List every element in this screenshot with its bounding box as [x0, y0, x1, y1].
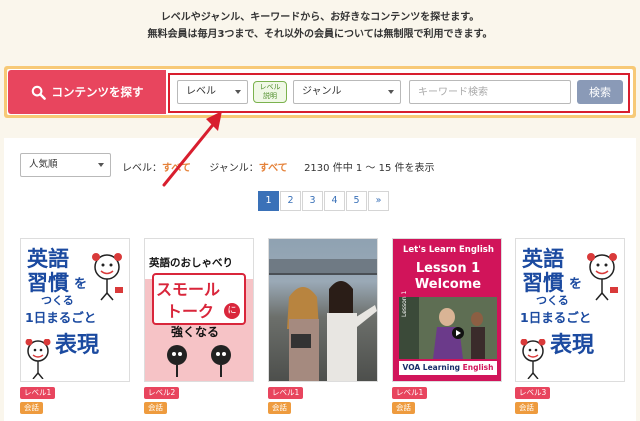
search-icon: [31, 85, 46, 100]
cover-title-4: に: [224, 303, 240, 319]
content-cover[interactable]: Let's Learn English Lesson 1 Welcome Les…: [392, 238, 502, 382]
topic-badge: 会話: [392, 402, 415, 414]
cover-title-5: 1日まるごと: [25, 310, 97, 325]
cover-title-3: トーク: [166, 302, 215, 321]
cover-title-3: Welcome: [414, 277, 482, 292]
level-badge: レベル3: [515, 387, 551, 399]
cover-title-1: Let's Learn English: [403, 245, 494, 255]
result-count: 2130 件中 1 ～ 15 件を表示: [304, 163, 435, 174]
cover-title-6: English: [462, 363, 494, 372]
page-button-3[interactable]: 3: [302, 191, 323, 211]
sort-select[interactable]: 人気順: [20, 153, 111, 177]
next-page-button[interactable]: »: [368, 191, 389, 211]
page-button-2[interactable]: 2: [280, 191, 301, 211]
cover-title-1: 英語のおしゃべり: [149, 257, 233, 269]
cover-title-2: スモール: [156, 280, 221, 299]
page-button-5[interactable]: 5: [346, 191, 367, 211]
mascot-illustration-icon: [167, 345, 231, 377]
clock-mascot-icon: [92, 253, 123, 301]
genre-filter-value: すべて: [258, 163, 288, 174]
clock-mascot-icon: [25, 339, 51, 379]
intro-line-1: レベルやジャンル、キーワードから、お好きなコンテンツを探せます。: [160, 12, 480, 23]
page-button-1[interactable]: 1: [258, 191, 279, 211]
content-cover[interactable]: 英語 習慣 を つくる 1日まるごと 表現: [20, 238, 130, 382]
sort-select-value: 人気順: [29, 159, 58, 170]
cover-title-6: 表現: [55, 333, 100, 358]
level-badge: レベル2: [144, 387, 180, 399]
cover-title-4: つくる: [536, 294, 569, 307]
search-heading-label: コンテンツを探す: [51, 85, 144, 99]
cover-title-3: を: [74, 277, 88, 292]
intro-line-2: 無料会員は毎月3つまで、それ以外の会員については無制限で利用できます。: [147, 29, 493, 40]
chevron-down-icon: [98, 163, 104, 167]
level-badge: レベル1: [392, 387, 428, 399]
clock-mascot-icon: [520, 339, 546, 379]
content-cover[interactable]: 英語のおしゃべり スモール トーク に 強くなる: [144, 238, 254, 382]
topic-badge: 会話: [144, 402, 167, 414]
cover-title-2: Lesson 1: [415, 261, 481, 276]
cover-title-6: 表現: [550, 333, 595, 358]
highlight-frame: [168, 73, 630, 113]
page-button-4[interactable]: 4: [324, 191, 345, 211]
photo-people-icon: [269, 259, 377, 381]
cover-title-4: つくる: [41, 294, 74, 307]
topic-badge: 会話: [268, 402, 291, 414]
pagination: 1 2 3 4 5 »: [258, 191, 389, 211]
level-badge: レベル1: [20, 387, 56, 399]
cover-title-5: 1日まるごと: [520, 310, 592, 325]
topic-badge: 会話: [20, 402, 43, 414]
topic-badge: 会話: [515, 402, 538, 414]
video-lesson-label: Lesson 1: [401, 290, 408, 317]
intro-text: レベルやジャンル、キーワードから、お好きなコンテンツを探せます。 無料会員は毎月…: [0, 9, 640, 43]
cover-title-5: VOA Learning: [402, 363, 461, 372]
annotation-arrow-icon: [162, 111, 222, 187]
content-cover[interactable]: [268, 238, 378, 382]
cover-title-5: 強くなる: [171, 325, 220, 339]
content-cover[interactable]: 英語 習慣 を つくる 1日まるごと 表現: [515, 238, 625, 382]
cover-title-3: を: [569, 277, 583, 292]
video-thumbnail-icon: [399, 297, 497, 359]
clock-mascot-icon: [587, 253, 618, 301]
search-heading: コンテンツを探す: [8, 70, 166, 114]
level-badge: レベル1: [268, 387, 304, 399]
